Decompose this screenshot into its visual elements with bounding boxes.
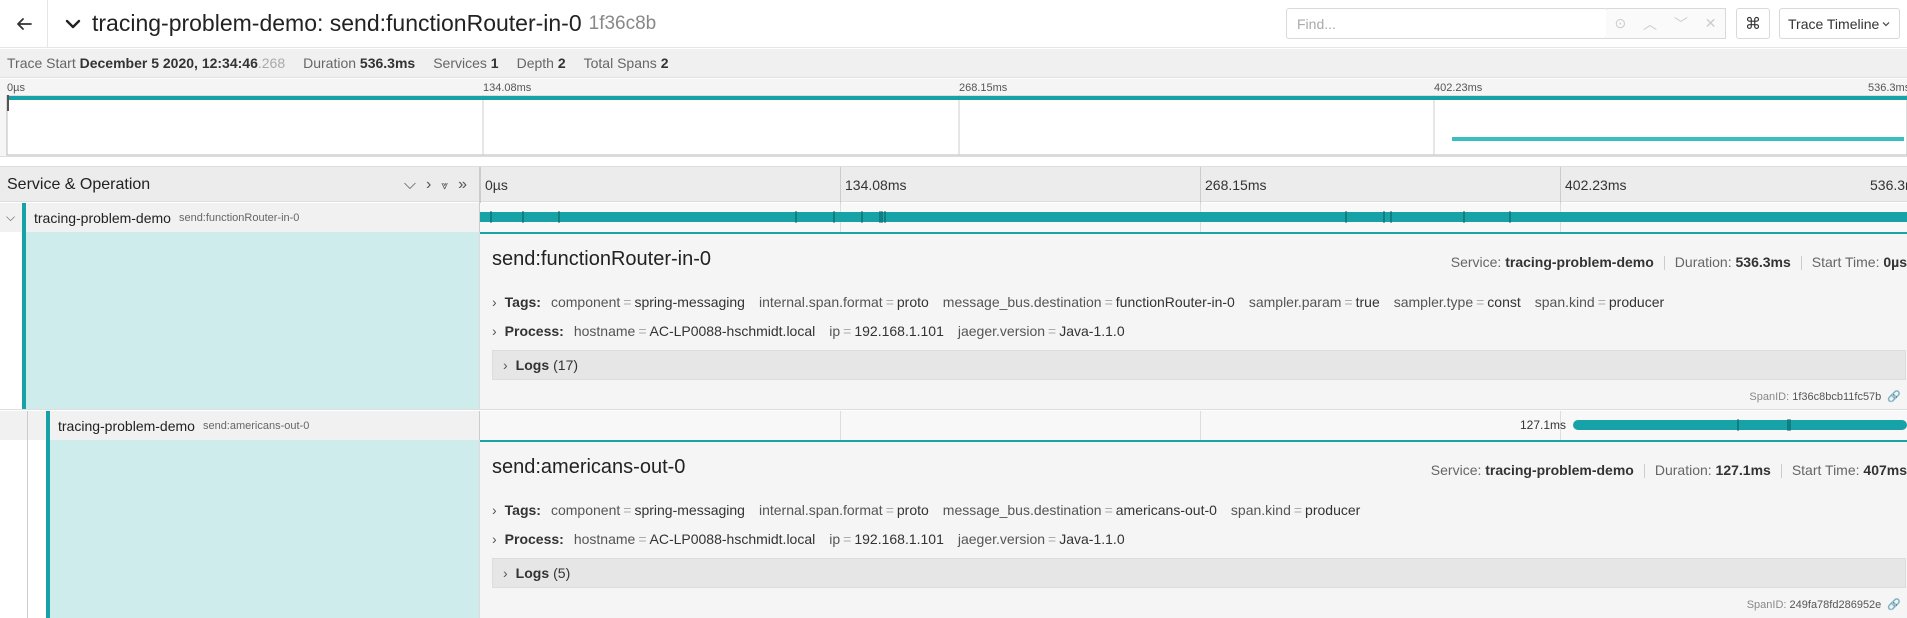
detail-panel: send:americans-out-0 Service: tracing-pr… xyxy=(480,440,1907,618)
minimap-tick: 268.15ms xyxy=(959,82,1008,94)
tags-row[interactable]: › Tags: component = spring-messaging inter… xyxy=(492,294,1678,310)
link-icon[interactable]: 🔗 xyxy=(1887,390,1901,403)
view-selector-label: Trace Timeline xyxy=(1788,15,1880,32)
trace-total-spans: Total Spans 2 xyxy=(583,55,669,71)
expand-all-icon[interactable]: » xyxy=(458,176,467,194)
minimap-tick: 402.23ms xyxy=(1434,82,1483,94)
logs-toggle[interactable]: › Logs (17) xyxy=(492,350,1906,380)
tags-row[interactable]: › Tags: component = spring-messaging inter… xyxy=(492,502,1374,518)
detail-meta: Service: tracing-problem-demo Duration: 1… xyxy=(1430,462,1907,479)
keyboard-shortcuts-button[interactable]: ⌘ xyxy=(1736,8,1770,39)
collapse-one-icon[interactable]: ⌵ xyxy=(404,176,416,194)
search-input[interactable]: Find... xyxy=(1286,8,1607,39)
timeline-tick: 268.15ms xyxy=(1200,167,1266,203)
trace-start: Trace Start December 5 2020, 12:34:46.26… xyxy=(7,55,286,71)
chevron-right-icon: › xyxy=(503,357,508,373)
trace-summary: Trace Start December 5 2020, 12:34:46.26… xyxy=(0,49,1907,78)
trace-duration: Duration 536.3ms xyxy=(303,55,416,71)
span-detail: send:americans-out-0 Service: tracing-pr… xyxy=(0,440,1907,618)
detail-indent xyxy=(0,440,480,618)
find-controls: ⊙ ︿ ﹀ ✕ xyxy=(1606,8,1726,39)
detail-title: send:functionRouter-in-0 xyxy=(492,248,712,270)
chevron-right-icon[interactable]: › xyxy=(492,323,497,339)
span-bar-cell[interactable] xyxy=(480,203,1907,232)
expand-one-icon[interactable]: › xyxy=(426,176,431,194)
close-icon[interactable]: ✕ xyxy=(1705,15,1717,32)
link-icon[interactable]: 🔗 xyxy=(1887,598,1901,611)
detail-indent xyxy=(0,232,480,409)
chevron-right-icon[interactable]: › xyxy=(492,531,497,547)
trace-minimap[interactable]: 0µs 134.08ms 268.15ms 402.23ms 536.3ms xyxy=(0,79,1907,157)
search-placeholder: Find... xyxy=(1297,15,1336,32)
arrow-left-icon xyxy=(16,17,32,30)
span-id: SpanID: 1f36c8bcb11fc57b 🔗 xyxy=(1749,390,1901,404)
chevron-up-icon[interactable]: ︿ xyxy=(1643,14,1657,34)
trace-depth: Depth 2 xyxy=(516,55,566,71)
span-row[interactable]: ⌵ tracing-problem-demo send:functionRout… xyxy=(0,203,1907,232)
detail-title: send:americans-out-0 xyxy=(492,456,686,478)
minimap-span-child xyxy=(1452,137,1904,141)
service-color-bar xyxy=(46,411,50,440)
trace-header: tracing-problem-demo: send:functionRoute… xyxy=(0,0,1907,48)
chevron-down-icon xyxy=(1882,21,1890,26)
chevron-right-icon[interactable]: › xyxy=(492,294,497,310)
chevron-right-icon[interactable]: › xyxy=(492,502,497,518)
minimap-canvas xyxy=(6,95,1907,156)
process-row[interactable]: › Process: hostname = AC-LP0088-hschmidt.l… xyxy=(492,323,1139,339)
minimap-handle xyxy=(7,95,9,111)
timeline-tick: 402.23ms xyxy=(1560,167,1626,203)
trace-id: 1f36c8b xyxy=(588,12,657,34)
service-color-bar xyxy=(22,203,26,232)
locate-icon[interactable]: ⊙ xyxy=(1614,15,1626,32)
view-selector[interactable]: Trace Timeline xyxy=(1779,8,1900,39)
span-id: SpanID: 249fa78fd286952e 🔗 xyxy=(1746,598,1901,612)
trace-services: Services 1 xyxy=(433,55,499,71)
command-icon: ⌘ xyxy=(1745,15,1761,33)
span-bar xyxy=(480,211,1907,223)
service-operation-label: Service & Operation xyxy=(7,176,151,193)
span-bar xyxy=(1573,419,1907,431)
minimap-tick: 134.08ms xyxy=(483,82,532,94)
span-service-name: tracing-problem-demo xyxy=(34,209,171,226)
minimap-tick: 0µs xyxy=(7,82,25,94)
page-title: tracing-problem-demo: send:functionRoute… xyxy=(92,10,582,36)
timeline-tick: 536.3ms xyxy=(1870,177,1907,193)
minimap-tick: 536.3ms xyxy=(1868,82,1907,94)
span-detail: send:functionRouter-in-0 Service: tracin… xyxy=(0,232,1907,410)
timeline-tick: 0µs xyxy=(480,167,508,203)
logs-toggle[interactable]: › Logs (5) xyxy=(492,558,1906,588)
chevron-down-icon[interactable]: ⌵ xyxy=(6,210,18,225)
service-operation-header: Service & Operation ⌵ › ⩔ » xyxy=(0,167,480,203)
chevron-down-small-icon[interactable]: ﹀ xyxy=(1674,14,1688,34)
process-row[interactable]: › Process: hostname = AC-LP0088-hschmidt.l… xyxy=(492,531,1139,547)
collapse-all-icon[interactable]: ⩔ xyxy=(441,178,448,193)
timeline-header: Service & Operation ⌵ › ⩔ » 0µs 134.08ms… xyxy=(0,166,1907,203)
minimap-span-root xyxy=(7,96,1907,100)
detail-panel: send:functionRouter-in-0 Service: tracin… xyxy=(480,232,1907,409)
minimap-frame xyxy=(6,95,1907,156)
span-name-cell[interactable]: tracing-problem-demo send:americans-out-… xyxy=(0,411,480,440)
span-operation-name: send:functionRouter-in-0 xyxy=(178,211,300,224)
timeline-tick: 134.08ms xyxy=(840,167,906,203)
chevron-down-icon xyxy=(64,15,82,33)
span-name-cell[interactable]: ⌵ tracing-problem-demo send:functionRout… xyxy=(0,203,480,232)
back-button[interactable] xyxy=(0,0,48,48)
span-bar-cell[interactable]: 127.1ms xyxy=(480,411,1907,440)
detail-meta: Service: tracing-problem-demo Duration: 5… xyxy=(1450,254,1907,271)
span-row[interactable]: tracing-problem-demo send:americans-out-… xyxy=(0,411,1907,440)
chevron-right-icon: › xyxy=(503,565,508,581)
span-operation-name: send:americans-out-0 xyxy=(202,419,310,432)
span-service-name: tracing-problem-demo xyxy=(58,417,195,434)
